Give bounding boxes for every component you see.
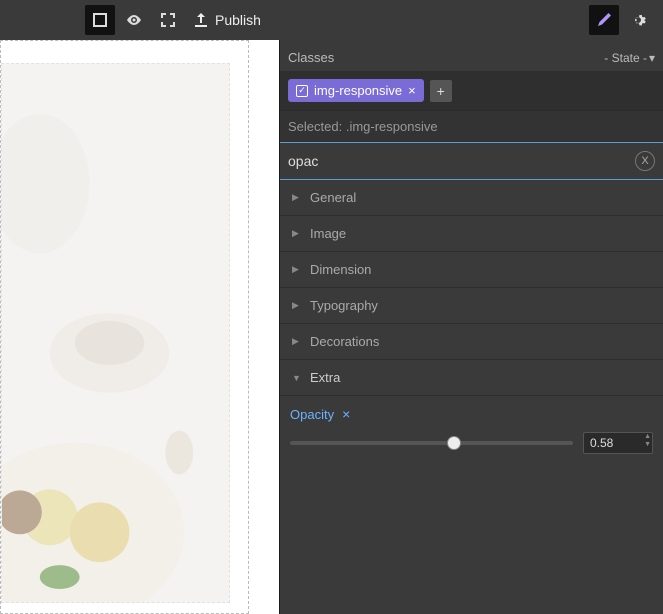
sector-label: Dimension <box>310 262 371 277</box>
sector-label: Extra <box>310 370 340 385</box>
classes-heading: Classes <box>288 50 604 65</box>
class-tag-label: img-responsive <box>314 83 402 98</box>
publish-label: Publish <box>215 12 261 28</box>
fullscreen-button[interactable] <box>153 5 183 35</box>
clear-opacity-button[interactable]: × <box>342 406 350 422</box>
opacity-slider-thumb[interactable] <box>447 436 461 450</box>
sector-typography[interactable]: ▶ Typography <box>280 288 663 324</box>
caret-right-icon: ▶ <box>292 192 300 203</box>
sector-extra[interactable]: ▼ Extra <box>280 360 663 396</box>
opacity-label: Opacity <box>290 407 334 422</box>
remove-class-button[interactable]: × <box>408 83 416 98</box>
state-dropdown[interactable]: - State - ▾ <box>604 51 655 65</box>
preview-button[interactable] <box>119 5 149 35</box>
canvas-frame <box>0 40 249 614</box>
search-clear-button[interactable]: X <box>635 151 655 171</box>
sector-decorations[interactable]: ▶ Decorations <box>280 324 663 360</box>
sector-label: Typography <box>310 298 378 313</box>
spinner-up[interactable]: ▲ <box>644 433 651 441</box>
top-toolbar: Publish <box>0 0 663 40</box>
sector-label: Image <box>310 226 346 241</box>
state-label: - State - <box>604 51 647 65</box>
canvas-area[interactable] <box>0 40 280 614</box>
upload-icon <box>193 12 209 28</box>
gear-icon <box>630 12 646 28</box>
chevron-down-icon: ▾ <box>649 51 655 65</box>
caret-right-icon: ▶ <box>292 336 300 347</box>
opacity-value-input[interactable] <box>583 432 653 454</box>
class-tags-row: ✓ img-responsive × + <box>280 71 663 110</box>
settings-button[interactable] <box>623 5 653 35</box>
opacity-property: Opacity × ▲ ▼ <box>280 396 663 464</box>
sector-image[interactable]: ▶ Image <box>280 216 663 252</box>
style-panel: Classes - State - ▾ ✓ img-responsive × +… <box>280 40 663 614</box>
sector-general[interactable]: ▶ General <box>280 180 663 216</box>
style-manager-button[interactable] <box>589 5 619 35</box>
food-photo-placeholder <box>2 64 229 602</box>
property-search-row: X <box>280 142 663 180</box>
caret-right-icon: ▶ <box>292 300 300 311</box>
opacity-slider[interactable] <box>290 441 573 445</box>
selected-image[interactable] <box>1 63 230 603</box>
sector-dimension[interactable]: ▶ Dimension <box>280 252 663 288</box>
spinner-down[interactable]: ▼ <box>644 441 651 449</box>
publish-button[interactable]: Publish <box>187 5 267 35</box>
caret-right-icon: ▶ <box>292 264 300 275</box>
class-tag[interactable]: ✓ img-responsive × <box>288 79 424 102</box>
selected-indicator: Selected: .img-responsive <box>280 110 663 142</box>
sector-label: General <box>310 190 356 205</box>
opacity-spinner[interactable]: ▲ ▼ <box>644 433 651 449</box>
add-class-button[interactable]: + <box>430 80 452 102</box>
caret-right-icon: ▶ <box>292 228 300 239</box>
sector-label: Decorations <box>310 334 379 349</box>
caret-down-icon: ▼ <box>292 373 300 383</box>
checkbox-icon: ✓ <box>296 85 308 97</box>
property-search-input[interactable] <box>280 143 635 179</box>
component-outline-button[interactable] <box>85 5 115 35</box>
